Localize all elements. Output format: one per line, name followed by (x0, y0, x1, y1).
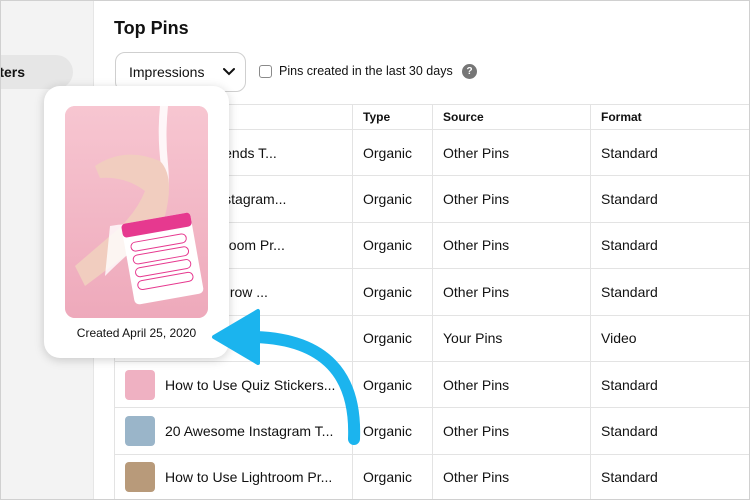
cell-format: Standard (590, 453, 749, 499)
pin-created-date: Created April 25, 2020 (76, 326, 197, 340)
cell-format: Standard (590, 221, 749, 270)
pin-title[interactable]: How to Use Lightroom Pr... (165, 469, 332, 485)
cell-source: Your Pins (432, 314, 591, 362)
chevron-down-icon (223, 68, 235, 76)
cell-type: Organic (352, 128, 433, 177)
recent-pins-label: Pins created in the last 30 days (279, 64, 453, 78)
pin-cell[interactable]: How to Use Lightroom Pr... (114, 453, 353, 499)
pin-thumbnail[interactable] (125, 369, 155, 400)
pin-thumbnail[interactable] (125, 462, 155, 493)
cell-type: Organic (352, 175, 433, 223)
pin-cell-content: How to Use Lightroom Pr... (125, 462, 352, 493)
cell-source: Other Pins (432, 175, 591, 223)
metric-select-value: Impressions (129, 64, 205, 80)
recent-pins-checkbox[interactable] (259, 65, 272, 78)
pin-thumbnail[interactable] (125, 416, 155, 447)
cell-format: Standard (590, 360, 749, 409)
column-header-type[interactable]: Type (352, 104, 433, 130)
pin-image-illustration (65, 106, 208, 318)
sidebar-item-active[interactable]: ters (1, 55, 73, 89)
pin-preview-image (65, 106, 208, 318)
cell-format: Standard (590, 175, 749, 223)
cell-format: Video (590, 314, 749, 362)
cell-format: Standard (590, 407, 749, 455)
cell-type: Organic (352, 221, 433, 270)
curved-arrow-icon (212, 309, 361, 445)
cell-source: Other Pins (432, 128, 591, 177)
table-row[interactable]: How to Use Lightroom Pr... Organic Other P… (114, 453, 749, 499)
page-title: Top Pins (114, 18, 189, 38)
app-window: ters Top Pins Impressions Pins created i… (0, 0, 750, 500)
pin-preview-popover: Created April 25, 2020 (44, 86, 229, 358)
cell-source: Other Pins (432, 360, 591, 409)
cell-source: Other Pins (432, 407, 591, 455)
cell-format: Standard (590, 268, 749, 316)
help-icon[interactable]: ? (462, 64, 477, 79)
cell-source: Other Pins (432, 453, 591, 499)
cell-source: Other Pins (432, 268, 591, 316)
cell-format: Standard (590, 128, 749, 177)
cell-type: Organic (352, 453, 433, 499)
cell-source: Other Pins (432, 221, 591, 270)
column-header-source[interactable]: Source (432, 104, 591, 130)
column-header-format[interactable]: Format (590, 104, 749, 130)
